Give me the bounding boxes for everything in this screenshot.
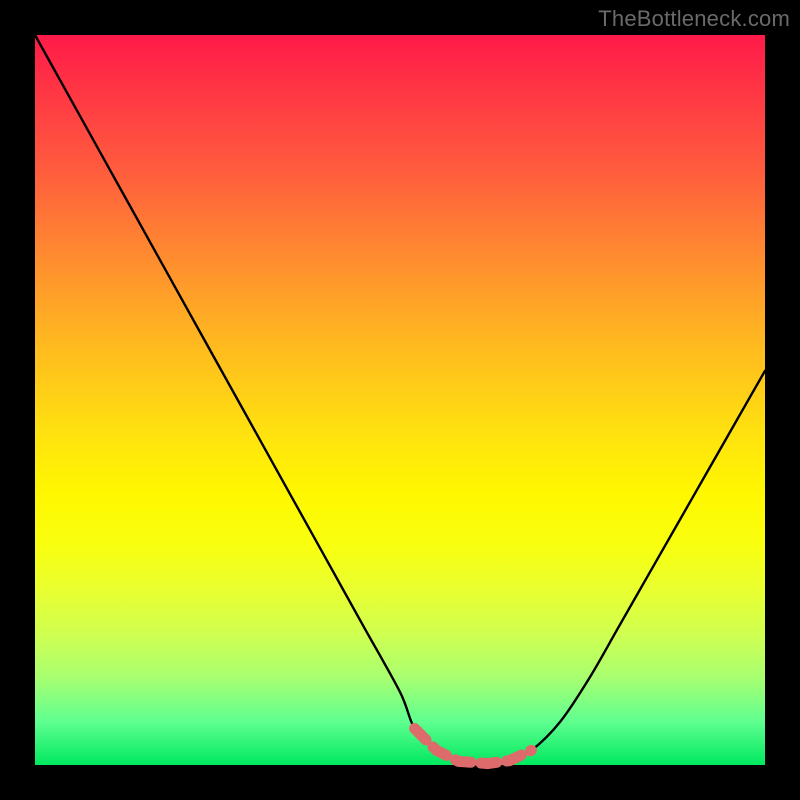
bottleneck-curve xyxy=(35,35,765,764)
curve-svg xyxy=(35,35,765,765)
optimal-range-marker xyxy=(415,729,532,764)
watermark-text: TheBottleneck.com xyxy=(598,6,790,32)
plot-area xyxy=(35,35,765,765)
chart-canvas: TheBottleneck.com xyxy=(0,0,800,800)
